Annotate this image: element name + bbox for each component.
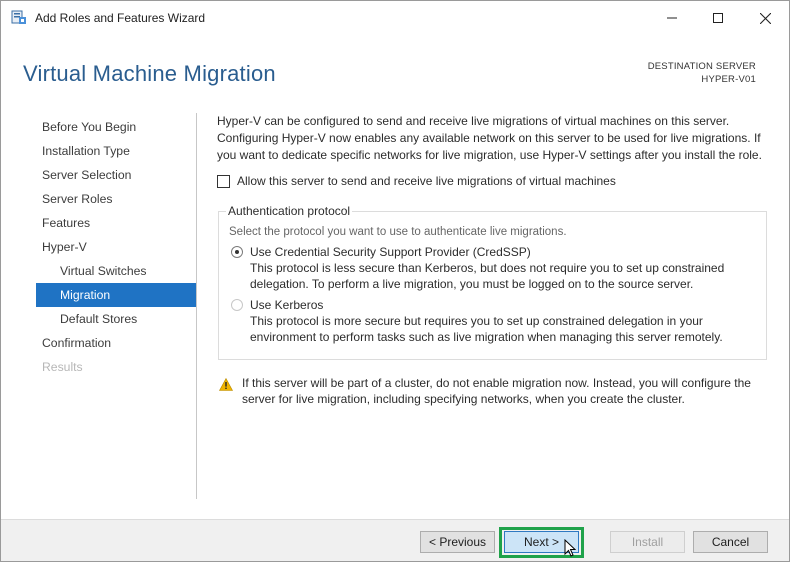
credssp-title: Use Credential Security Support Provider… — [250, 245, 531, 259]
nav-item-before-you-begin[interactable]: Before You Begin — [36, 115, 196, 139]
warning-text: If this server will be part of a cluster… — [242, 376, 751, 406]
maximize-icon — [713, 13, 723, 23]
minimize-button[interactable] — [649, 1, 695, 35]
nav-item-confirmation[interactable]: Confirmation — [36, 331, 196, 355]
cancel-button[interactable]: Cancel — [693, 531, 768, 553]
install-button: Install — [610, 531, 685, 553]
window-title: Add Roles and Features Wizard — [35, 11, 206, 25]
cluster-warning: If this server will be part of a cluster… — [217, 375, 769, 407]
wizard-footer: < Previous Next > Install Cancel — [1, 519, 789, 561]
wizard-window: Add Roles and Features Wizard Virtual Ma… — [0, 0, 790, 562]
maximize-button[interactable] — [695, 1, 741, 35]
allow-live-migration-label: Allow this server to send and receive li… — [237, 174, 616, 188]
content-pane: Hyper-V can be configured to send and re… — [217, 113, 773, 406]
page-title: Virtual Machine Migration — [23, 61, 276, 86]
nav-item-hyper-v[interactable]: Hyper-V — [36, 235, 196, 259]
kerberos-detail: This protocol is more secure but require… — [250, 314, 723, 344]
kerberos-radio[interactable] — [231, 299, 243, 311]
nav-item-installation-type[interactable]: Installation Type — [36, 139, 196, 163]
server-manager-icon — [11, 10, 27, 25]
nav-item-server-roles[interactable]: Server Roles — [36, 187, 196, 211]
authentication-description: Select the protocol you want to use to a… — [229, 226, 567, 238]
allow-live-migration-checkbox[interactable] — [217, 174, 230, 188]
authentication-protocol-legend: Authentication protocol — [226, 204, 353, 218]
kerberos-title: Use Kerberos — [250, 298, 324, 312]
destination-server-name: HYPER-V01 — [701, 74, 756, 85]
nav-item-results: Results — [42, 360, 83, 374]
mouse-cursor-icon — [564, 538, 577, 560]
previous-button[interactable]: < Previous — [420, 531, 495, 553]
nav-item-migration[interactable]: Migration — [36, 283, 196, 307]
intro-text: Hyper-V can be configured to send and re… — [217, 114, 762, 162]
nav-item-default-stores[interactable]: Default Stores — [36, 307, 196, 331]
destination-server-info: DESTINATION SERVER HYPER-V01 — [648, 60, 756, 86]
destination-label: DESTINATION SERVER — [647, 61, 756, 72]
title-bar[interactable]: Add Roles and Features Wizard — [1, 1, 789, 35]
nav-item-virtual-switches[interactable]: Virtual Switches — [36, 259, 196, 283]
nav-item-features[interactable]: Features — [36, 211, 196, 235]
authentication-protocol-group: Authentication protocol Select the proto… — [218, 204, 767, 360]
credssp-detail: This protocol is less secure than Kerber… — [250, 261, 725, 291]
warning-icon — [218, 377, 234, 394]
allow-live-migration-option[interactable]: Allow this server to send and receive li… — [217, 174, 616, 188]
nav-item-server-selection[interactable]: Server Selection — [36, 163, 196, 187]
wizard-nav: Before You Begin Installation Type Serve… — [36, 115, 196, 379]
kerberos-option[interactable]: Use Kerberos This protocol is more secur… — [229, 297, 758, 345]
nav-divider — [196, 113, 197, 499]
credssp-option[interactable]: Use Credential Security Support Provider… — [229, 244, 758, 292]
minimize-icon — [667, 17, 677, 19]
close-icon — [759, 12, 771, 24]
credssp-radio[interactable] — [231, 246, 243, 258]
close-button[interactable] — [742, 1, 788, 35]
